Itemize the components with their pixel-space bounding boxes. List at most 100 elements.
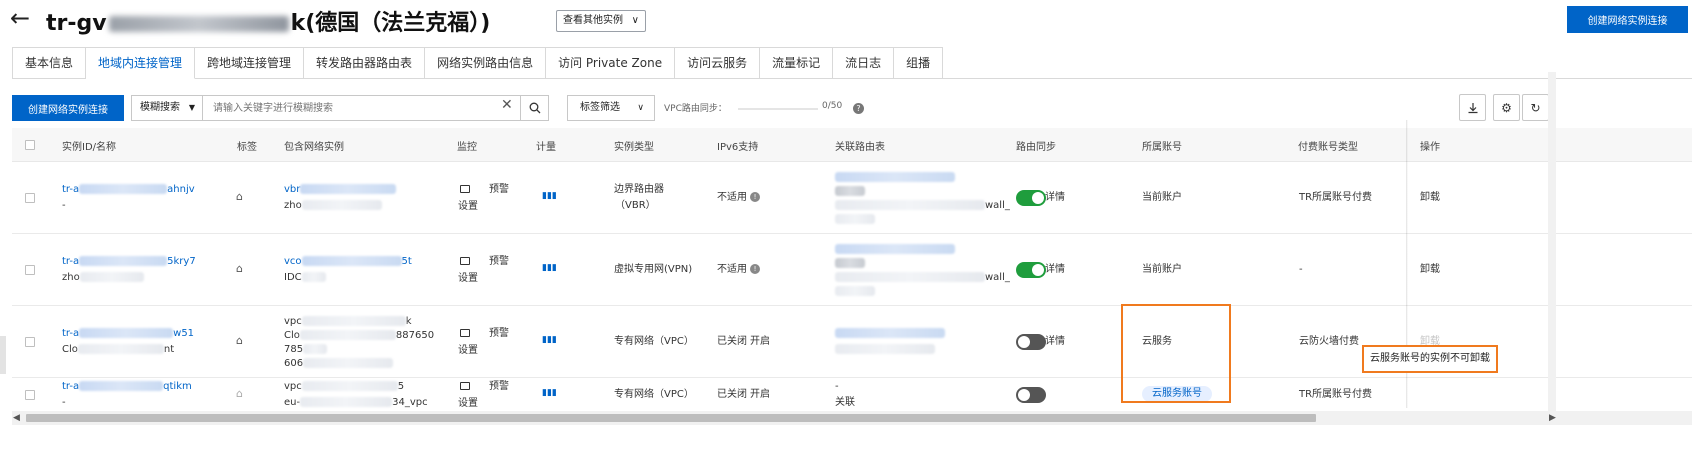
col-actions: 操作 bbox=[1420, 142, 1440, 153]
route-sync-toggle[interactable] bbox=[1016, 190, 1046, 206]
tab-inter-region[interactable]: 跨地域连接管理 bbox=[195, 47, 305, 79]
route-sync-toggle[interactable] bbox=[1016, 387, 1046, 403]
row-checkbox[interactable] bbox=[25, 193, 35, 203]
bar-chart-icon[interactable]: ▮▮▮ bbox=[542, 335, 557, 345]
associate-route-link[interactable]: 关联 bbox=[835, 395, 855, 410]
chevron-down-icon: ∨ bbox=[631, 15, 639, 26]
row-checkbox[interactable] bbox=[25, 265, 35, 275]
monitor-icon[interactable] bbox=[460, 182, 470, 197]
clear-icon[interactable]: ✕ bbox=[501, 97, 513, 113]
search-type-select[interactable]: 模糊搜索 ▼ bbox=[131, 95, 203, 121]
tab-private-zone[interactable]: 访问 Private Zone bbox=[546, 47, 676, 79]
detach-disabled-tooltip: 云服务账号的实例不可卸载 bbox=[1362, 345, 1498, 373]
ipv6-enable-link[interactable]: 开启 bbox=[750, 334, 770, 349]
route-sync-toggle[interactable] bbox=[1016, 262, 1046, 278]
col-monitor: 监控 bbox=[457, 142, 477, 153]
route-sync-detail-link[interactable]: 详情 bbox=[1045, 190, 1065, 205]
route-table-extra bbox=[835, 284, 875, 299]
vertical-scrollbar[interactable] bbox=[1548, 72, 1556, 412]
route-table-link[interactable] bbox=[835, 326, 945, 341]
tag-icon[interactable]: ⌂ bbox=[236, 190, 243, 203]
side-panel-handle[interactable] bbox=[0, 336, 6, 374]
instance-id-link[interactable]: tr-a w51 bbox=[62, 326, 194, 341]
route-table-extra bbox=[835, 212, 875, 227]
refresh-icon: ↻ bbox=[1530, 100, 1541, 115]
download-button[interactable] bbox=[1459, 94, 1486, 121]
bar-chart-icon[interactable]: ▮▮▮ bbox=[542, 191, 557, 201]
network-instance-link[interactable]: vco 5t bbox=[284, 254, 412, 269]
instance-name: zho bbox=[62, 270, 144, 285]
tab-intra-region[interactable]: 地域内连接管理 bbox=[86, 47, 196, 79]
download-icon bbox=[1468, 102, 1477, 113]
settings-button[interactable]: ⚙ bbox=[1493, 94, 1520, 121]
route-sync-detail-link[interactable]: 详情 bbox=[1045, 334, 1065, 349]
select-all-checkbox[interactable] bbox=[25, 140, 35, 150]
instance-select[interactable]: 查看其他实例 ∨ bbox=[556, 10, 646, 32]
tab-multicast[interactable]: 组播 bbox=[894, 47, 944, 79]
detach-link[interactable]: 卸载 bbox=[1420, 190, 1440, 205]
monitor-settings-link[interactable]: 设置 bbox=[458, 199, 478, 214]
info-icon[interactable]: ! bbox=[750, 264, 760, 274]
detach-link[interactable]: 卸载 bbox=[1420, 262, 1440, 277]
col-account: 所属账号 bbox=[1142, 142, 1182, 153]
network-instance-line4: 606 bbox=[284, 356, 394, 371]
network-instance-name: Clo 887650 bbox=[284, 330, 435, 341]
bar-chart-icon[interactable]: ▮▮▮ bbox=[542, 263, 557, 273]
tab-instance-routes[interactable]: 网络实例路由信息 bbox=[425, 47, 547, 79]
route-table-id bbox=[835, 184, 865, 199]
instance-id-link[interactable]: tr-a 5kry7 bbox=[62, 254, 196, 269]
help-icon[interactable]: ? bbox=[853, 103, 864, 114]
network-instance-link[interactable]: vbr bbox=[284, 182, 397, 197]
scroll-left-icon[interactable]: ◀ bbox=[13, 411, 20, 425]
tag-filter-select[interactable]: 标签筛选 ∨ bbox=[567, 95, 655, 121]
monitor-icon[interactable] bbox=[460, 326, 470, 341]
instance-id-link[interactable]: tr-a qtikm bbox=[62, 379, 192, 394]
refresh-button[interactable]: ↻ bbox=[1522, 94, 1549, 121]
alarm-link[interactable]: 预警 bbox=[489, 326, 509, 341]
monitor-icon[interactable] bbox=[460, 379, 470, 394]
gear-icon: ⚙ bbox=[1501, 100, 1512, 115]
tab-route-tables[interactable]: 转发路由器路由表 bbox=[304, 47, 426, 79]
alarm-link[interactable]: 预警 bbox=[489, 379, 509, 394]
instance-type: 虚拟专用网(VPN) bbox=[614, 264, 693, 275]
tab-flow-logs[interactable]: 流日志 bbox=[833, 47, 895, 79]
tag-icon[interactable]: ⌂ bbox=[236, 262, 243, 275]
instance-id-link[interactable]: tr-a ahnjv bbox=[62, 182, 195, 197]
route-sync-detail-link[interactable]: 详情 bbox=[1045, 262, 1065, 277]
scroll-thumb[interactable] bbox=[26, 414, 1316, 422]
network-instance-link[interactable]: vpc k bbox=[284, 314, 412, 329]
tab-basic-info[interactable]: 基本信息 bbox=[12, 47, 87, 79]
network-instance-link[interactable]: vpc 5 bbox=[284, 379, 404, 394]
bar-chart-icon[interactable]: ▮▮▮ bbox=[542, 388, 557, 398]
vpc-sync-label: VPC路由同步： bbox=[664, 104, 727, 114]
ipv6-enable-link[interactable]: 开启 bbox=[750, 387, 770, 402]
route-table-link[interactable] bbox=[835, 170, 955, 185]
alarm-link[interactable]: 预警 bbox=[489, 254, 509, 269]
route-table-name: wall_ bbox=[835, 198, 1010, 213]
monitor-settings-link[interactable]: 设置 bbox=[458, 343, 478, 358]
alarm-link[interactable]: 预警 bbox=[489, 182, 509, 197]
chevron-down-icon: ∨ bbox=[637, 103, 644, 113]
row-checkbox[interactable] bbox=[25, 390, 35, 400]
search-input[interactable] bbox=[203, 95, 521, 121]
route-table-link[interactable] bbox=[835, 242, 955, 257]
search-button[interactable] bbox=[521, 95, 549, 121]
monitor-icon[interactable] bbox=[460, 254, 470, 269]
create-connection-button-top[interactable]: 创建网络实例连接 bbox=[1567, 6, 1688, 33]
monitor-settings-link[interactable]: 设置 bbox=[458, 396, 478, 411]
monitor-settings-link[interactable]: 设置 bbox=[458, 271, 478, 286]
route-sync-toggle[interactable] bbox=[1016, 334, 1046, 350]
create-connection-button[interactable]: 创建网络实例连接 bbox=[12, 95, 124, 121]
scroll-right-icon[interactable]: ▶ bbox=[1549, 411, 1556, 425]
tab-cloud-service[interactable]: 访问云服务 bbox=[675, 47, 761, 79]
info-icon[interactable]: ! bbox=[750, 192, 760, 202]
tag-icon[interactable]: ⌂ bbox=[236, 387, 243, 400]
back-arrow-icon[interactable]: ← bbox=[10, 4, 30, 32]
search-icon bbox=[529, 102, 540, 114]
tag-icon[interactable]: ⌂ bbox=[236, 334, 243, 347]
caret-down-icon: ▼ bbox=[188, 103, 195, 112]
horizontal-scrollbar[interactable]: ◀ ▶ bbox=[12, 411, 1692, 425]
row-checkbox[interactable] bbox=[25, 337, 35, 347]
tab-traffic-marking[interactable]: 流量标记 bbox=[760, 47, 834, 79]
instance-type: 边界路由器 bbox=[614, 184, 664, 195]
